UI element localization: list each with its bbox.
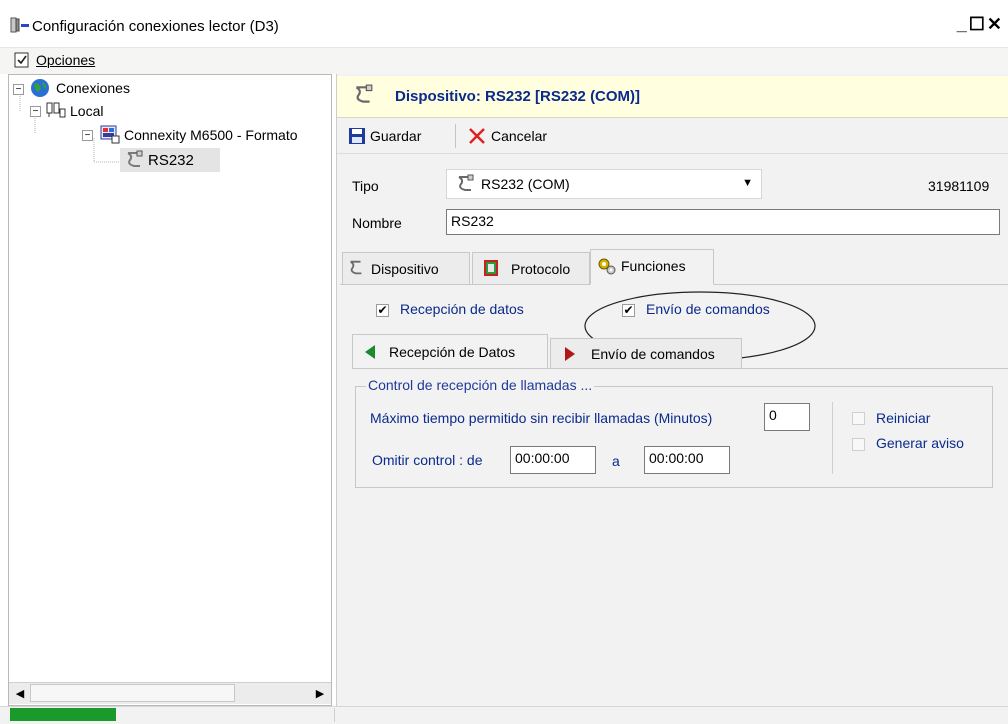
group-title: Control de recepción de llamadas ... (366, 377, 595, 393)
serial-plug-icon (352, 84, 374, 106)
recepcion-datos-checkbox[interactable]: ✔ (376, 304, 389, 317)
tipo-label: Tipo (352, 178, 379, 194)
recepcion-datos-label: Recepción de datos (400, 301, 524, 317)
progress-bar (10, 708, 116, 721)
window-controls[interactable]: _☐✕ (957, 14, 1004, 35)
tipo-select[interactable]: RS232 (COM) ▼ (446, 169, 762, 199)
omit-to-field[interactable]: 00:00:00 (644, 446, 730, 474)
tree-expander-connexity[interactable]: − (82, 130, 93, 141)
close-icon (469, 128, 485, 144)
tree-item-connexity[interactable]: Connexity M6500 - Formato (124, 127, 330, 143)
gears-icon (598, 258, 616, 275)
subtab-envio-label: Envío de comandos (591, 346, 715, 362)
scroll-thumb[interactable] (30, 684, 235, 702)
tab-dispositivo[interactable]: Dispositivo (342, 252, 470, 284)
globe-icon (30, 78, 50, 98)
menu-opciones[interactable]: Opciones (36, 52, 95, 68)
serial-plug-icon (458, 174, 474, 191)
serial-plug-icon (350, 260, 362, 275)
serial-plug-icon (124, 150, 144, 170)
window-title: Configuración conexiones lector (D3) (32, 18, 279, 35)
save-button[interactable]: Guardar (344, 122, 444, 150)
nombre-field[interactable]: RS232 (446, 209, 1000, 235)
tab-protocolo[interactable]: Protocolo (472, 252, 590, 284)
max-time-field[interactable]: 0 (764, 403, 810, 431)
reiniciar-checkbox[interactable] (852, 412, 865, 425)
cancel-button[interactable]: Cancelar (464, 122, 574, 150)
status-divider (334, 708, 335, 722)
tree-expander-conexiones[interactable]: − (13, 84, 24, 95)
nombre-label: Nombre (352, 215, 402, 231)
cancel-label: Cancelar (491, 128, 548, 144)
network-icon (46, 101, 66, 119)
checklist-icon (14, 52, 30, 68)
tree-item-rs232-label: RS232 (148, 152, 194, 169)
omit-control-label: Omitir control : de (372, 452, 483, 468)
device-header-title: Dispositivo: RS232 [RS232 (COM)] (395, 88, 641, 105)
subtab-strip-line (352, 368, 1008, 369)
tree-expander-local[interactable]: − (30, 106, 41, 117)
group-divider (832, 402, 833, 474)
reader-device-icon (100, 124, 120, 144)
subtab-recepcion-label: Recepción de Datos (389, 344, 516, 360)
toolbar-separator (455, 124, 456, 148)
menu-bar (0, 48, 1008, 74)
tab-funciones-label: Funciones (621, 258, 686, 274)
generar-aviso-label: Generar aviso (876, 435, 964, 451)
scroll-right-arrow-icon[interactable]: ▶ (312, 686, 328, 702)
scroll-left-arrow-icon[interactable]: ◀ (12, 686, 28, 702)
arrow-left-green-icon (365, 345, 375, 359)
tree-item-local[interactable]: Local (70, 103, 103, 119)
max-time-label: Máximo tiempo permitido sin recibir llam… (370, 410, 713, 426)
arrow-right-red-icon (565, 347, 575, 361)
tipo-value: RS232 (COM) (481, 176, 570, 192)
tree-item-conexiones[interactable]: Conexiones (56, 80, 130, 96)
reiniciar-label: Reiniciar (876, 410, 931, 426)
device-id: 31981109 (928, 178, 990, 194)
status-bar (0, 706, 1008, 724)
chevron-down-icon[interactable]: ▼ (742, 177, 753, 189)
omit-from-field[interactable]: 00:00:00 (510, 446, 596, 474)
generar-aviso-checkbox[interactable] (852, 438, 865, 451)
app-icon (10, 16, 30, 34)
subtab-envio[interactable]: Envío de comandos (550, 338, 742, 368)
save-label: Guardar (370, 128, 422, 144)
protocol-book-icon (484, 260, 498, 276)
tab-funciones[interactable]: Funciones (590, 249, 714, 285)
omit-to-label: a (612, 453, 620, 469)
tab-dispositivo-label: Dispositivo (371, 261, 439, 277)
tab-protocolo-label: Protocolo (511, 261, 571, 277)
floppy-icon (349, 128, 365, 144)
subtab-recepcion[interactable]: Recepción de Datos (352, 334, 548, 368)
